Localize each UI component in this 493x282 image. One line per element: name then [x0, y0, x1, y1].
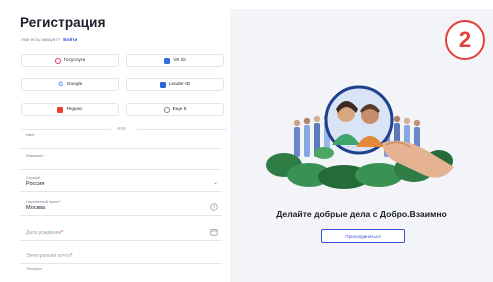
- hero-slogan: Делайте добрые дела с Добро.Взаимно: [276, 209, 447, 219]
- page-title: Регистрация: [20, 15, 106, 30]
- sso-label: Еще 6: [172, 107, 187, 112]
- first-name-label: Имя*: [26, 133, 35, 137]
- last-name-field[interactable]: Фамилия*: [20, 153, 222, 170]
- leader-id-icon: [159, 81, 166, 88]
- phone-label: Телефон: [26, 267, 42, 271]
- sso-button-yandex[interactable]: Яндекс: [21, 103, 119, 116]
- phone-field[interactable]: Телефон: [20, 266, 222, 282]
- birth-date-placeholder: Дата рождения*: [26, 230, 64, 236]
- sso-button-more[interactable]: Еще 6: [126, 103, 224, 116]
- chevron-down-icon: ⌄: [212, 180, 218, 186]
- top-divider: [14, 0, 493, 9]
- have-account-text: Уже есть аккаунт?: [21, 37, 60, 42]
- city-label: Населенный пункт*: [26, 200, 61, 204]
- separator-line: [21, 129, 111, 130]
- birth-date-field[interactable]: Дата рождения*: [20, 224, 222, 241]
- sso-label: Google: [66, 82, 83, 87]
- help-icon[interactable]: ?: [210, 203, 218, 213]
- more-icon: [163, 106, 170, 113]
- country-select[interactable]: Страна* Россия ⌄: [20, 175, 222, 192]
- svg-text:?: ?: [213, 205, 216, 210]
- email-field[interactable]: Электронная почта*: [20, 247, 222, 264]
- sso-label: Leader-ID: [168, 82, 191, 87]
- login-link[interactable]: Войти: [63, 37, 77, 42]
- step-number-badge: 2: [445, 20, 485, 60]
- sso-button-leader-id[interactable]: Leader-ID: [126, 78, 224, 91]
- first-name-field[interactable]: Имя*: [20, 132, 222, 149]
- sso-button-gosuslugi[interactable]: Госуслуги: [21, 54, 119, 67]
- sso-button-vkid[interactable]: VK ID: [126, 54, 224, 67]
- country-label: Страна*: [26, 176, 41, 180]
- last-name-label: Фамилия*: [26, 154, 44, 158]
- sso-label: Госуслуги: [63, 58, 86, 63]
- or-text: ИЛИ: [117, 126, 126, 131]
- sso-label: VK ID: [173, 58, 186, 63]
- sso-button-google[interactable]: G Google: [21, 78, 119, 91]
- google-icon: G: [58, 81, 64, 88]
- hero-illustration: [266, 85, 454, 189]
- join-button[interactable]: Присоединиться: [321, 229, 405, 243]
- have-account-line: Уже есть аккаунт? Войти: [21, 37, 77, 42]
- email-placeholder: Электронная почта*: [26, 253, 73, 259]
- sso-label: Яндекс: [66, 107, 83, 112]
- country-value: Россия: [26, 181, 45, 187]
- gosuslugi-icon: [54, 57, 61, 64]
- separator-line: [137, 129, 227, 130]
- city-field[interactable]: Населенный пункт* Москва ?: [20, 199, 222, 216]
- city-value: Москва: [26, 205, 46, 211]
- calendar-icon[interactable]: [210, 228, 218, 238]
- yandex-icon: [57, 106, 64, 113]
- vk-icon: [164, 57, 171, 64]
